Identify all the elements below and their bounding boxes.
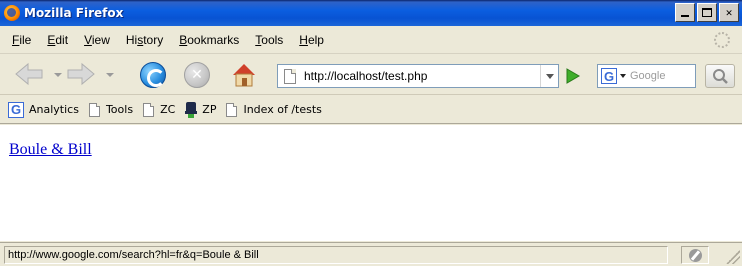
bookmark-label: ZP bbox=[202, 103, 217, 116]
title-bar[interactable]: Mozilla Firefox ✕ bbox=[0, 0, 742, 26]
navigation-toolbar: ✕ http://localhost/test.php G Google bbox=[0, 55, 742, 95]
minimize-button[interactable] bbox=[675, 3, 695, 22]
bookmark-tools[interactable]: Tools bbox=[88, 102, 134, 117]
menu-accel: H bbox=[299, 32, 308, 47]
stop-icon: ✕ bbox=[191, 67, 203, 83]
menu-label: ools bbox=[261, 32, 284, 47]
bookmark-label: Analytics bbox=[29, 103, 79, 116]
search-input[interactable]: Google bbox=[630, 70, 665, 82]
boule-bill-link[interactable]: Boule & Bill bbox=[9, 141, 92, 158]
menu-label: elp bbox=[307, 32, 324, 47]
window-title: Mozilla Firefox bbox=[24, 6, 124, 20]
url-history-dropdown[interactable] bbox=[540, 65, 558, 87]
menu-label: dit bbox=[55, 32, 69, 47]
bookmarks-toolbar: G Analytics Tools ZC ZP Index of /tests bbox=[0, 96, 742, 124]
search-bar[interactable]: G Google bbox=[597, 64, 696, 88]
google-engine-icon[interactable]: G bbox=[601, 68, 617, 84]
bookmark-zp[interactable]: ZP bbox=[185, 101, 217, 118]
google-icon: G bbox=[8, 101, 24, 118]
go-button[interactable] bbox=[562, 66, 582, 86]
bookmark-zc[interactable]: ZC bbox=[143, 102, 176, 117]
window-controls: ✕ bbox=[675, 3, 739, 22]
menu-label: iew bbox=[91, 32, 110, 47]
menu-tools[interactable]: Tools bbox=[247, 33, 291, 47]
menu-edit[interactable]: Edit bbox=[39, 33, 76, 47]
location-bar[interactable]: http://localhost/test.php bbox=[277, 64, 559, 88]
menu-history[interactable]: History bbox=[118, 33, 171, 47]
back-button[interactable] bbox=[14, 62, 44, 86]
menu-help[interactable]: Help bbox=[291, 33, 332, 47]
bookmark-index-tests[interactable]: Index of /tests bbox=[226, 102, 322, 117]
status-security-panel[interactable] bbox=[681, 246, 709, 264]
menu-view[interactable]: View bbox=[76, 33, 118, 47]
forward-button[interactable] bbox=[66, 62, 96, 86]
url-input[interactable]: http://localhost/test.php bbox=[304, 69, 540, 83]
menu-label: tory bbox=[143, 32, 164, 47]
back-history-dropdown[interactable] bbox=[54, 73, 62, 77]
throbber-icon bbox=[714, 32, 730, 48]
reload-button[interactable] bbox=[140, 62, 166, 88]
forward-history-dropdown[interactable] bbox=[106, 73, 114, 77]
menu-file[interactable]: File bbox=[4, 33, 39, 47]
status-text: http://www.google.com/search?hl=fr&q=Bou… bbox=[4, 245, 668, 264]
minimize-icon bbox=[681, 15, 689, 17]
bookmark-analytics[interactable]: G Analytics bbox=[8, 101, 79, 118]
menu-label: ile bbox=[19, 32, 32, 47]
menu-label: Hi bbox=[125, 32, 138, 47]
page-icon bbox=[226, 102, 238, 117]
page-icon bbox=[143, 102, 155, 117]
bookmark-label: ZC bbox=[160, 103, 176, 116]
page-content: Boule & Bill bbox=[0, 125, 742, 241]
status-bar: http://www.google.com/search?hl=fr&q=Bou… bbox=[0, 242, 742, 266]
blocked-icon bbox=[688, 248, 702, 262]
menu-bar: File Edit View History Bookmarks Tools H… bbox=[0, 26, 742, 54]
home-button[interactable] bbox=[230, 61, 258, 89]
magnifier-icon bbox=[713, 69, 728, 84]
bookmark-label: Tools bbox=[105, 103, 134, 116]
menu-accel: V bbox=[84, 32, 92, 47]
hat-icon bbox=[185, 101, 198, 118]
close-button[interactable]: ✕ bbox=[719, 3, 739, 22]
engine-dropdown-icon[interactable] bbox=[620, 74, 626, 78]
resize-grip-icon[interactable] bbox=[726, 250, 740, 264]
page-icon bbox=[88, 102, 100, 117]
close-icon: ✕ bbox=[725, 6, 733, 19]
firefox-logo-icon bbox=[4, 5, 20, 21]
maximize-icon bbox=[702, 8, 712, 17]
bookmark-label: Index of /tests bbox=[243, 103, 322, 116]
search-button[interactable] bbox=[705, 64, 735, 88]
menu-label: ookmarks bbox=[187, 32, 240, 47]
stop-button[interactable]: ✕ bbox=[184, 62, 210, 88]
site-page-icon bbox=[284, 68, 296, 84]
maximize-button[interactable] bbox=[697, 3, 717, 22]
menu-bookmarks[interactable]: Bookmarks bbox=[171, 33, 247, 47]
